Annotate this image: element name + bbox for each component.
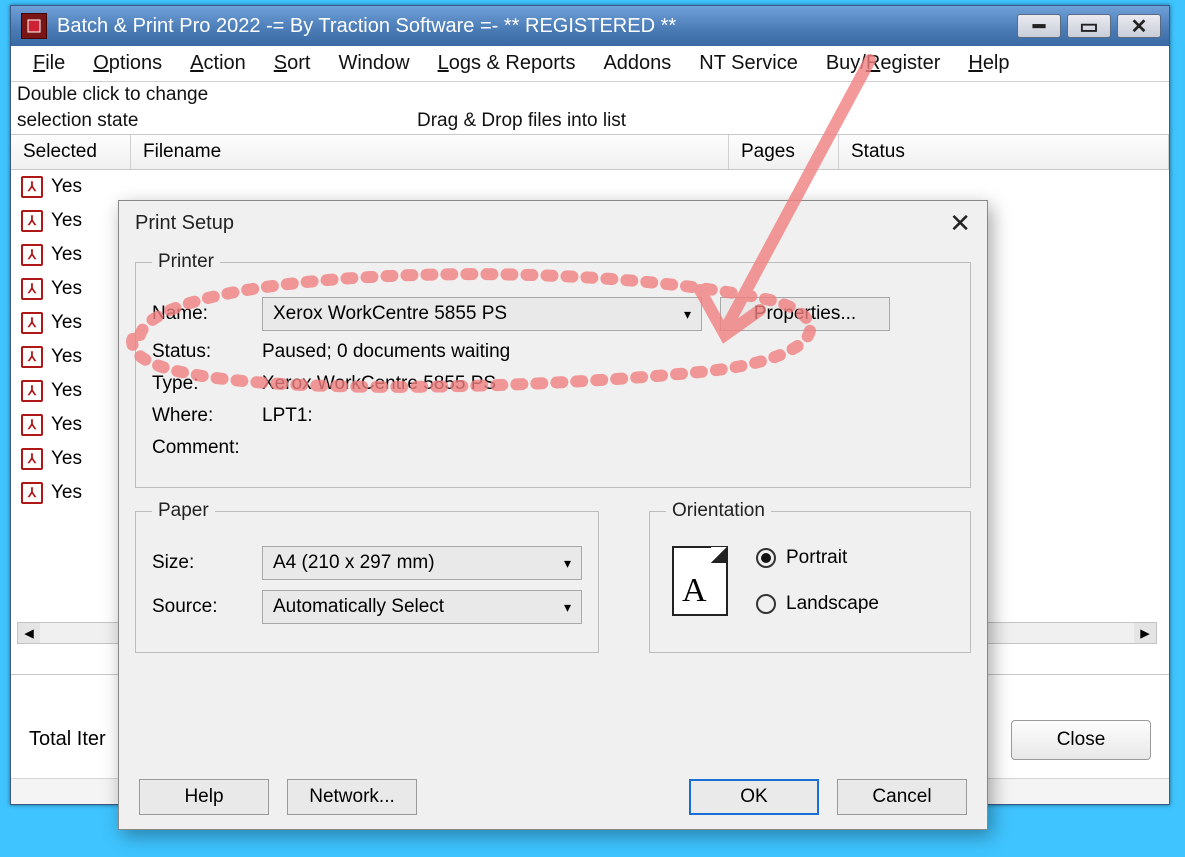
menu-action[interactable]: Action [176, 48, 260, 79]
column-status[interactable]: Status [839, 135, 1169, 169]
landscape-radio[interactable]: Landscape [756, 593, 879, 615]
help-button[interactable]: Help [139, 779, 269, 815]
column-selected[interactable]: Selected [11, 135, 131, 169]
chevron-down-icon: ▾ [684, 306, 691, 323]
pdf-icon: ⅄ [21, 346, 43, 368]
close-window-button[interactable]: ✕ [1117, 14, 1161, 38]
paper-size-combo[interactable]: A4 (210 x 297 mm) ▾ [262, 546, 582, 580]
menu-logs[interactable]: Logs & Reports [424, 48, 590, 79]
cancel-button[interactable]: Cancel [837, 779, 967, 815]
printer-name-label: Name: [152, 303, 262, 325]
list-header: Selected Filename Pages Status [11, 134, 1169, 170]
pdf-icon: ⅄ [21, 210, 43, 232]
scroll-right-icon[interactable]: ▸ [1134, 623, 1156, 643]
menu-file[interactable]: File [19, 48, 79, 79]
radio-icon [756, 548, 776, 568]
row-selected-value: Yes [51, 312, 82, 334]
printer-status-value: Paused; 0 documents waiting [262, 341, 510, 363]
network-button[interactable]: Network... [287, 779, 417, 815]
printer-comment-label: Comment: [152, 437, 262, 459]
row-selected-value: Yes [51, 414, 82, 436]
menu-bar: File Options Action Sort Window Logs & R… [11, 46, 1169, 82]
maximize-button[interactable]: ▭ [1067, 14, 1111, 38]
pdf-icon: ⅄ [21, 176, 43, 198]
table-row[interactable]: ⅄ Yes [11, 170, 1169, 204]
titlebar[interactable]: Batch & Print Pro 2022 -= By Traction So… [11, 6, 1169, 46]
chevron-down-icon: ▾ [564, 555, 571, 572]
pdf-icon: ⅄ [21, 482, 43, 504]
column-pages[interactable]: Pages [729, 135, 839, 169]
close-button[interactable]: Close [1011, 720, 1151, 760]
printer-where-label: Where: [152, 405, 262, 427]
paper-legend: Paper [152, 500, 215, 522]
row-selected-value: Yes [51, 380, 82, 402]
app-icon [21, 13, 47, 39]
menu-help[interactable]: Help [954, 48, 1023, 79]
pdf-icon: ⅄ [21, 278, 43, 300]
portrait-radio[interactable]: Portrait [756, 547, 879, 569]
dialog-title: Print Setup [135, 212, 234, 235]
pdf-icon: ⅄ [21, 244, 43, 266]
row-selected-value: Yes [51, 448, 82, 470]
print-setup-dialog: Print Setup ✕ Printer Name: Xerox WorkCe… [118, 200, 988, 830]
printer-type-label: Type: [152, 373, 262, 395]
paper-group: Paper Size: A4 (210 x 297 mm) ▾ Source: … [135, 500, 599, 653]
row-selected-value: Yes [51, 346, 82, 368]
hint-bar: Double click to change [11, 82, 1169, 108]
column-filename[interactable]: Filename [131, 135, 729, 169]
properties-button[interactable]: Properties... [720, 297, 890, 331]
paper-size-label: Size: [152, 552, 262, 574]
row-selected-value: Yes [51, 210, 82, 232]
paper-source-combo[interactable]: Automatically Select ▾ [262, 590, 582, 624]
pdf-icon: ⅄ [21, 414, 43, 436]
row-selected-value: Yes [51, 278, 82, 300]
printer-name-combo[interactable]: Xerox WorkCentre 5855 PS ▾ [262, 297, 702, 331]
menu-buyregister[interactable]: Buy/Register [812, 48, 955, 79]
drag-drop-hint: Drag & Drop files into list [417, 110, 626, 132]
pdf-icon: ⅄ [21, 448, 43, 470]
dialog-buttons: Help Network... OK Cancel [119, 779, 987, 815]
pdf-icon: ⅄ [21, 312, 43, 334]
hint-text-1: Double click to change [17, 84, 417, 106]
hint-text-2: selection state [17, 110, 417, 132]
paper-source-label: Source: [152, 596, 262, 618]
scroll-left-icon[interactable]: ◂ [18, 623, 40, 643]
menu-options[interactable]: Options [79, 48, 176, 79]
page-orientation-icon: A [672, 546, 728, 616]
dialog-close-icon[interactable]: ✕ [949, 208, 971, 239]
menu-ntservice[interactable]: NT Service [685, 48, 812, 79]
printer-status-label: Status: [152, 341, 262, 363]
orientation-group: Orientation A Portrait Landscape [649, 500, 971, 653]
ok-button[interactable]: OK [689, 779, 819, 815]
printer-legend: Printer [152, 251, 220, 273]
window-title: Batch & Print Pro 2022 -= By Traction So… [57, 15, 1017, 38]
row-selected-value: Yes [51, 482, 82, 504]
printer-name-value: Xerox WorkCentre 5855 PS [273, 303, 507, 325]
printer-where-value: LPT1: [262, 405, 313, 427]
pdf-icon: ⅄ [21, 380, 43, 402]
menu-sort[interactable]: Sort [260, 48, 325, 79]
minimize-button[interactable]: ━ [1017, 14, 1061, 38]
radio-icon [756, 594, 776, 614]
orientation-legend: Orientation [666, 500, 771, 522]
chevron-down-icon: ▾ [564, 599, 571, 616]
printer-group: Printer Name: Xerox WorkCentre 5855 PS ▾… [135, 251, 971, 488]
menu-window[interactable]: Window [324, 48, 423, 79]
row-selected-value: Yes [51, 176, 82, 198]
menu-addons[interactable]: Addons [589, 48, 685, 79]
row-selected-value: Yes [51, 244, 82, 266]
printer-type-value: Xerox WorkCentre 5855 PS [262, 373, 496, 395]
